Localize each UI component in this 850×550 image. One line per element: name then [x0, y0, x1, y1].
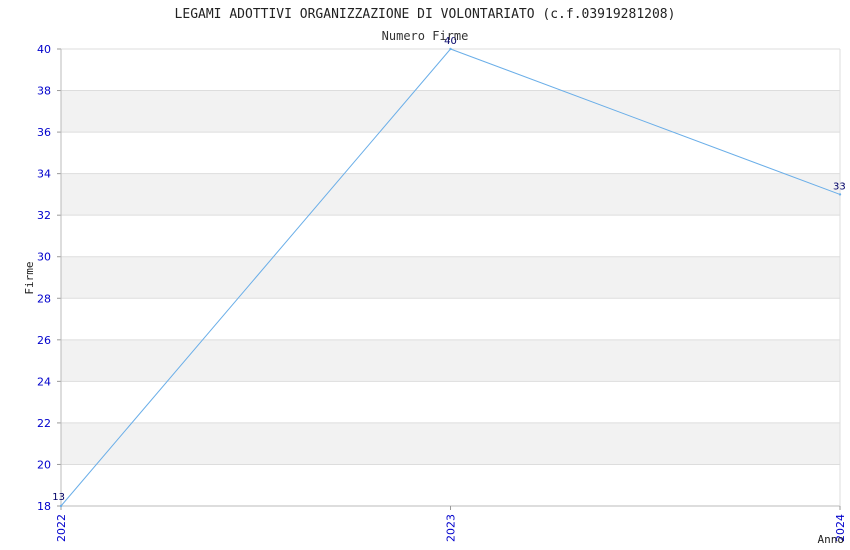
y-tick-label: 26: [37, 334, 51, 347]
y-axis-label: Firme: [23, 261, 36, 294]
grid-band: [61, 256, 840, 299]
grid-band: [61, 173, 840, 216]
y-tick-label: 24: [37, 375, 51, 388]
x-tick-label: 2023: [445, 514, 458, 542]
x-tick-label: 2022: [55, 514, 68, 542]
y-tick-label: 40: [37, 43, 51, 56]
y-tick-label: 28: [37, 292, 51, 305]
y-tick-label: 34: [37, 168, 51, 181]
line-chart: 182022242628303234363840 2022 2023 2024 13…: [23, 7, 847, 546]
grid-band: [61, 298, 840, 340]
grid-bands: [61, 49, 840, 506]
data-point: [449, 47, 452, 51]
x-tick-labels: 2022 2023 2024: [55, 506, 847, 542]
y-tick-label: 38: [37, 85, 51, 98]
y-tick-label: 30: [37, 251, 51, 264]
grid-band: [61, 422, 840, 465]
grid-band: [61, 90, 840, 133]
data-point: [838, 193, 842, 196]
grid-band: [61, 132, 840, 174]
y-tick-label: 36: [37, 126, 51, 139]
y-tick-label: 20: [37, 458, 51, 471]
y-tick-label: 22: [37, 417, 51, 430]
data-label: 13: [52, 492, 65, 503]
grid-band: [61, 339, 840, 382]
y-tick-labels: 18 20 22 24 26 28 30 32 34 36 38 40: [37, 43, 51, 513]
data-label: 33: [833, 181, 846, 192]
grid-band: [61, 215, 840, 257]
data-point: [59, 504, 63, 508]
y-tick-label: 32: [37, 209, 51, 222]
chart-subtitle: Numero Firme: [382, 29, 469, 43]
grid-band: [61, 464, 840, 506]
grid-band: [61, 381, 840, 423]
chart-title: LEGAMI ADOTTIVI ORGANIZZAZIONE DI VOLONT…: [175, 7, 676, 22]
y-tick-label: 18: [37, 500, 51, 513]
grid-band: [61, 49, 840, 91]
x-axis-label: Anno: [818, 533, 845, 546]
